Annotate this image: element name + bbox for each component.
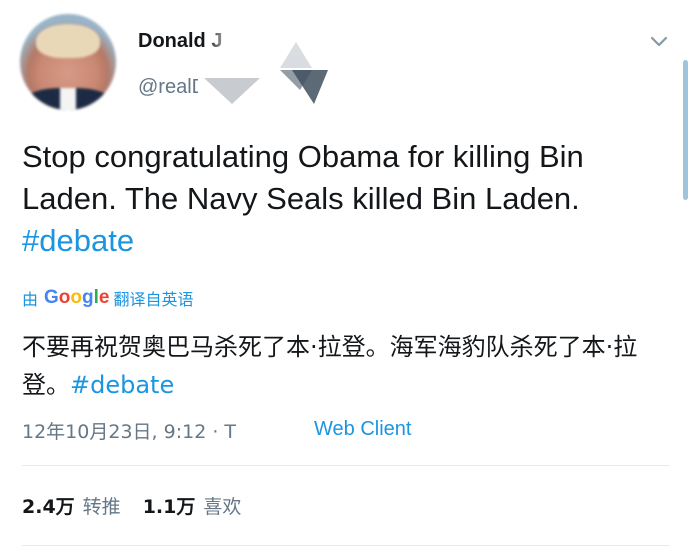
redaction-triangle <box>204 78 260 104</box>
name-redaction-blur <box>212 30 242 54</box>
retweets-label[interactable]: 转推 <box>83 492 121 519</box>
tweet-client[interactable]: Web Client <box>314 418 411 441</box>
translate-action-label: 翻译自英语 <box>113 290 194 309</box>
tweet-text: Stop congratulating Obama for killing Bi… <box>22 136 662 262</box>
avatar-collar <box>60 88 76 110</box>
retweets-count[interactable]: 2.4万 <box>22 492 75 519</box>
scrollbar[interactable] <box>683 60 688 200</box>
translated-text: 不要再祝贺奥巴马杀死了本·拉登。海军海豹队杀死了本·拉登。#debate <box>22 328 672 404</box>
hashtag-link[interactable]: #debate <box>22 223 134 258</box>
tweet-body: Stop congratulating Obama for killing Bi… <box>22 139 584 216</box>
translate-link[interactable]: 由 Google 翻译自英语 <box>22 286 194 310</box>
avatar[interactable] <box>20 14 116 110</box>
tweet-timestamp[interactable]: 12年10月23日, 9:12 · T <box>22 417 236 444</box>
display-name[interactable]: Donald J <box>138 30 222 53</box>
likes-label[interactable]: 喜欢 <box>203 492 241 519</box>
redaction-triangle <box>280 42 328 104</box>
divider <box>22 545 670 546</box>
avatar-hair <box>36 24 100 58</box>
google-logo: Google <box>44 287 110 308</box>
likes-count[interactable]: 1.1万 <box>143 492 196 519</box>
tweet-stats: 2.4万 转推 1.1万 喜欢 <box>22 492 263 519</box>
client-redaction-blur <box>254 414 320 444</box>
translated-hashtag-link[interactable]: #debate <box>70 371 174 399</box>
chevron-down-icon[interactable] <box>648 30 670 52</box>
divider <box>22 465 670 466</box>
translate-by-label: 由 <box>22 290 39 309</box>
user-handle[interactable]: @realD <box>138 76 206 99</box>
